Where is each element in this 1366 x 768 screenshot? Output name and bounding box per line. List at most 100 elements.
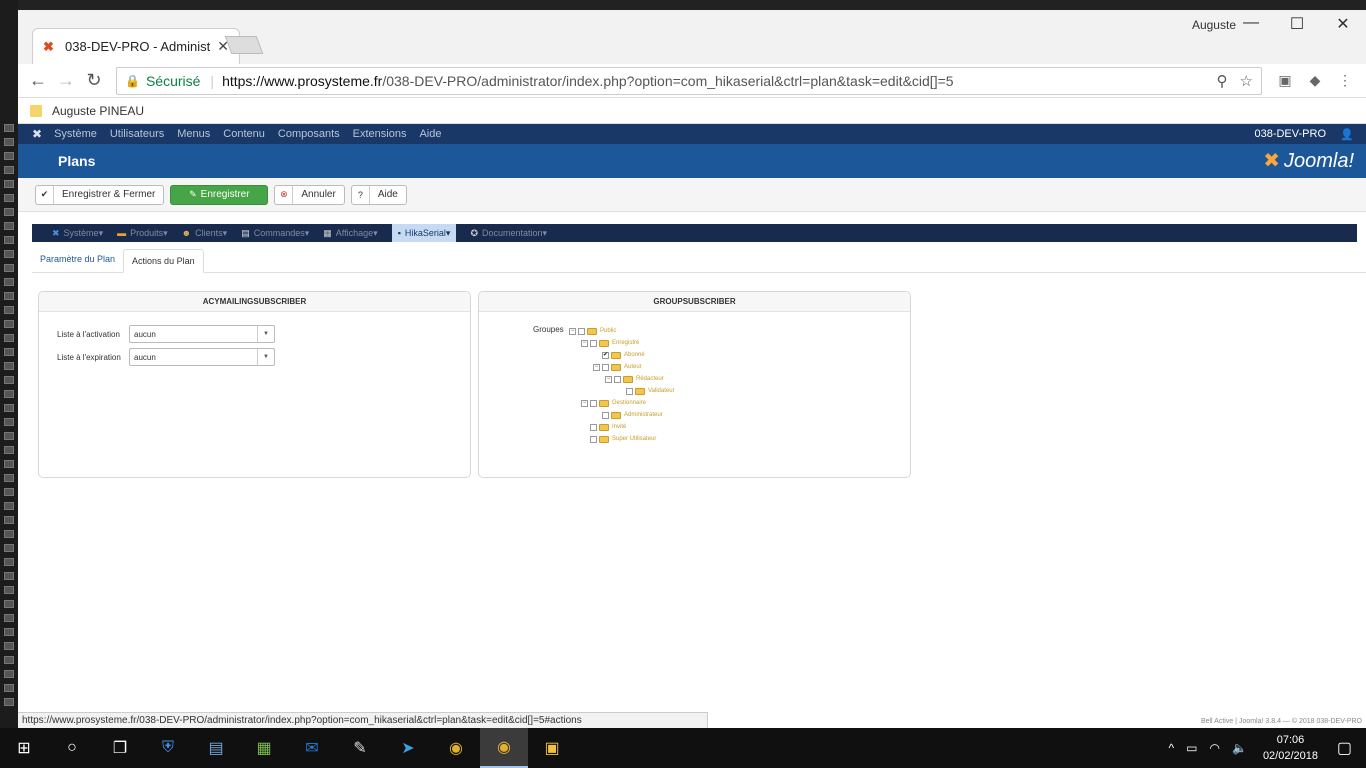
menu-systeme[interactable]: Système bbox=[54, 128, 97, 140]
question-icon: ? bbox=[352, 185, 370, 204]
cancel-button[interactable]: ⊗ Annuler bbox=[274, 184, 345, 205]
checkbox-checked[interactable]: ✔ bbox=[602, 351, 609, 359]
chevron-up-icon[interactable]: ^ bbox=[1169, 741, 1175, 755]
zoom-icon[interactable]: ⚲ bbox=[1217, 72, 1228, 90]
tree-node-redacteur[interactable]: − Rédacteur bbox=[605, 374, 664, 384]
url-text: https://www.prosysteme.fr/038-DEV-PRO/ad… bbox=[222, 73, 1204, 89]
chrome-active-icon[interactable]: ◉ bbox=[480, 728, 528, 768]
clock-time: 07:06 bbox=[1276, 734, 1305, 746]
tree-node-abonne[interactable]: ✔ Abonné bbox=[602, 350, 645, 360]
wifi-icon[interactable]: ◠ bbox=[1210, 741, 1220, 755]
extension-cube-icon[interactable]: ◆ bbox=[1300, 72, 1330, 89]
hika-menu-commandes[interactable]: ▤ Commandes ▾ bbox=[241, 228, 309, 239]
folder-icon bbox=[635, 387, 645, 395]
menu-extensions[interactable]: Extensions bbox=[353, 128, 407, 140]
volume-icon[interactable]: 🔈 bbox=[1232, 741, 1247, 755]
clock-date: 02/02/2018 bbox=[1262, 750, 1318, 762]
close-button[interactable]: ✕ bbox=[1320, 14, 1366, 34]
tree-node-enregistre[interactable]: − Enregistré bbox=[581, 338, 639, 348]
extension-monitor-icon[interactable]: ▣ bbox=[1270, 72, 1300, 89]
tree-node-administrateur[interactable]: Administrateur bbox=[602, 410, 663, 420]
reload-icon[interactable]: ↻ bbox=[80, 70, 108, 91]
new-tab-button[interactable] bbox=[224, 36, 264, 54]
hika-menu-documentation[interactable]: ✪ Documentation ▾ bbox=[470, 228, 547, 239]
telegram-icon[interactable]: ➤ bbox=[384, 728, 432, 768]
hika-menu-clients[interactable]: ☻ Clients ▾ bbox=[182, 228, 228, 239]
checkbox[interactable] bbox=[578, 327, 585, 335]
tree-node-invite[interactable]: Invité bbox=[590, 422, 626, 432]
menu-contenu[interactable]: Contenu bbox=[223, 128, 265, 140]
chrome-icon[interactable]: ◉ bbox=[432, 728, 480, 768]
outlook-icon[interactable]: ✉ bbox=[288, 728, 336, 768]
hika-menu-produits[interactable]: ▬ Produits ▾ bbox=[117, 228, 168, 239]
checkbox[interactable] bbox=[590, 435, 597, 443]
groupsubscriber-panel: GROUPSUBSCRIBER Groupes − Public − Enregis… bbox=[478, 291, 911, 478]
tree-node-validateur[interactable]: Validateur bbox=[626, 386, 675, 396]
search-icon[interactable]: ○ bbox=[48, 728, 96, 768]
groups-label: Groupes bbox=[533, 325, 564, 334]
task-view-icon[interactable]: ❐ bbox=[96, 728, 144, 768]
clock[interactable]: 07:06 02/02/2018 bbox=[1263, 732, 1318, 764]
site-link[interactable]: 038-DEV-PRO bbox=[1254, 128, 1326, 140]
notifications-icon[interactable]: ▢ bbox=[1337, 738, 1352, 758]
url-input[interactable]: 🔒 Sécurisé | https://www.prosysteme.fr/0… bbox=[116, 66, 1262, 95]
plan-tabs: Paramètre du Plan Actions du Plan bbox=[32, 248, 1366, 273]
photofiltre-icon[interactable]: ▣ bbox=[528, 728, 576, 768]
start-button[interactable]: ⊞ bbox=[0, 728, 48, 768]
defender-icon[interactable]: ⛨ bbox=[144, 728, 192, 768]
menu-utilisateurs[interactable]: Utilisateurs bbox=[110, 128, 164, 140]
collapse-icon[interactable]: − bbox=[581, 399, 588, 407]
tree-node-super-utilisateur[interactable]: Super Utilisateur bbox=[590, 434, 656, 444]
spreadsheet-icon[interactable]: ▦ bbox=[240, 728, 288, 768]
browser-tab[interactable]: ✖ 038-DEV-PRO - Administ ✕ bbox=[32, 28, 240, 64]
checkbox[interactable] bbox=[590, 399, 597, 407]
film-hole bbox=[4, 250, 14, 258]
checkbox[interactable] bbox=[626, 387, 633, 395]
tab-parametre-du-plan[interactable]: Paramètre du Plan bbox=[32, 248, 123, 272]
menu-icon[interactable]: ⋮ bbox=[1330, 72, 1360, 89]
battery-icon[interactable]: ▭ bbox=[1186, 741, 1197, 755]
forward-icon[interactable]: → bbox=[52, 70, 80, 91]
minimize-button[interactable]: — bbox=[1228, 14, 1274, 32]
bookmark-item[interactable]: Auguste PINEAU bbox=[52, 104, 144, 118]
menu-aide[interactable]: Aide bbox=[419, 128, 441, 140]
tree-node-public[interactable]: − Public bbox=[569, 326, 616, 336]
collapse-icon[interactable]: − bbox=[605, 375, 612, 383]
checkbox[interactable] bbox=[590, 423, 597, 431]
expiration-select[interactable]: aucun ▼ bbox=[129, 348, 275, 366]
bookmark-star-icon[interactable]: ☆ bbox=[1240, 72, 1253, 90]
tree-node-auteur[interactable]: − Auteur bbox=[593, 362, 642, 372]
checkbox[interactable] bbox=[614, 375, 621, 383]
collapse-icon[interactable]: − bbox=[593, 363, 600, 371]
checkbox[interactable] bbox=[602, 363, 609, 371]
collapse-icon[interactable]: − bbox=[569, 327, 576, 335]
save-button[interactable]: ✎ Enregistrer bbox=[170, 184, 269, 205]
back-icon[interactable]: ← bbox=[24, 70, 52, 91]
hika-menu-affichage[interactable]: ▦ Affichage ▾ bbox=[323, 228, 377, 239]
maximize-button[interactable]: ☐ bbox=[1274, 14, 1320, 34]
notepad-icon[interactable]: ✎ bbox=[336, 728, 384, 768]
toolbar: ✔ Enregistrer & Fermer ✎ Enregistrer ⊗ A… bbox=[18, 178, 1366, 212]
save-close-button[interactable]: ✔ Enregistrer & Fermer bbox=[35, 184, 165, 205]
help-button[interactable]: ? Aide bbox=[350, 184, 407, 205]
collapse-icon[interactable]: − bbox=[581, 339, 588, 347]
film-hole bbox=[4, 264, 14, 272]
file-manager-icon[interactable]: ▤ bbox=[192, 728, 240, 768]
activation-select[interactable]: aucun ▼ bbox=[129, 325, 275, 343]
hika-menu-systeme[interactable]: ✖ Système ▾ bbox=[52, 228, 103, 239]
checkbox[interactable] bbox=[602, 411, 609, 419]
tree-node-gestionnaire[interactable]: − Gestionnaire bbox=[581, 398, 646, 408]
tab-actions-du-plan[interactable]: Actions du Plan bbox=[123, 249, 204, 273]
film-hole bbox=[4, 460, 14, 468]
node-label: Administrateur bbox=[624, 412, 663, 418]
folder-icon bbox=[599, 435, 609, 443]
lock-icon: 🔒 bbox=[125, 73, 140, 88]
film-hole bbox=[4, 278, 14, 286]
menu-menus[interactable]: Menus bbox=[177, 128, 210, 140]
hika-menu-hikaserial[interactable]: ▪ HikaSerial ▾ bbox=[391, 224, 457, 242]
menu-composants[interactable]: Composants bbox=[278, 128, 340, 140]
joomla-logo-icon[interactable]: ✖ bbox=[32, 127, 42, 141]
checkbox[interactable] bbox=[590, 339, 597, 347]
user-icon[interactable]: 👤 bbox=[1340, 128, 1354, 141]
clients-icon: ☻ bbox=[181, 228, 192, 238]
